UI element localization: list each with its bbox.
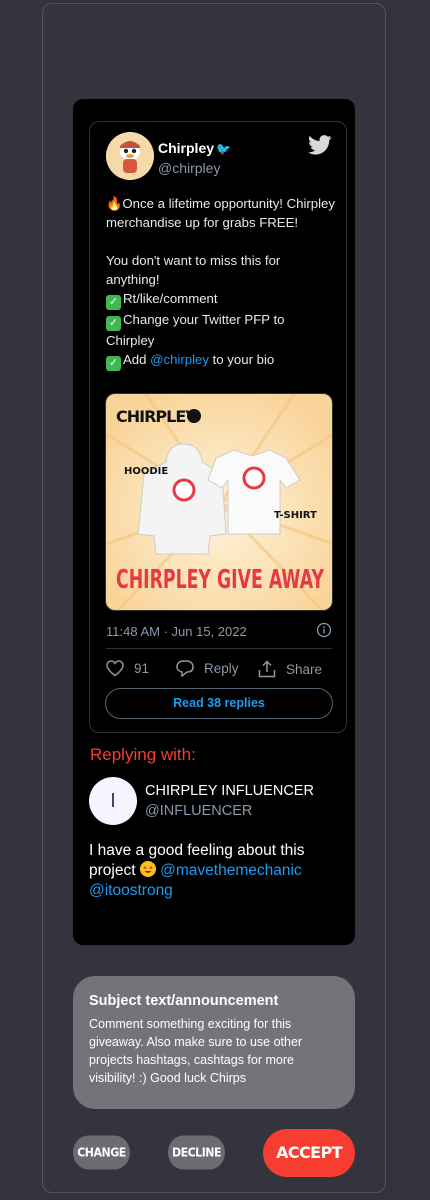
tweet-timestamp[interactable]: 11:48 AM · Jun 15, 2022: [106, 624, 247, 639]
reply-label: Reply: [204, 661, 239, 676]
subject-title: Subject text/announcement: [89, 993, 279, 1009]
subject-announcement-box: Subject text/announcement Comment someth…: [73, 976, 355, 1109]
accept-button[interactable]: ACCEPT: [263, 1129, 355, 1177]
tweet-check-1: Rt/like/comment: [123, 291, 218, 306]
influencer-avatar: I: [89, 777, 137, 825]
twitter-bird-icon[interactable]: [308, 134, 332, 156]
reply-button[interactable]: Reply: [176, 660, 239, 677]
giveaway-banner-text: CHIRPLEY GIVE AWAY: [116, 565, 325, 595]
author-name-text: Chirpley: [158, 140, 215, 156]
divider: [106, 648, 332, 649]
chirpley-mention-link[interactable]: @chirpley: [150, 352, 209, 367]
bird-badge-icon: 🐦: [216, 142, 231, 156]
replying-with-heading: Replying with:: [90, 745, 196, 764]
reply-bubble-icon: [176, 660, 194, 677]
tweet-check-3-prefix: Add: [123, 352, 151, 367]
tweet-text-line-2: You don't want to miss this for anything…: [106, 253, 284, 287]
tweet-card: Chirpley 🐦 @chirpley 🔥Once a lifetime opp…: [89, 121, 347, 733]
change-button[interactable]: CHANGE: [73, 1135, 130, 1170]
hoodie-label: HOODIE: [124, 466, 168, 477]
tweet-actions: 91 Reply Share: [106, 660, 336, 682]
info-icon[interactable]: [316, 622, 332, 638]
star-struck-emoji-icon: [139, 861, 156, 877]
subject-body: Comment something exciting for this give…: [89, 1017, 303, 1085]
influencer-name: CHIRPLEY INFLUENCER: [145, 783, 314, 799]
checkmark-icon: ✓: [106, 295, 121, 310]
tweet-text-line-1: 🔥Once a lifetime opportunity! Chirpley m…: [106, 196, 339, 230]
image-brand-text: CHIRPLEY: [116, 407, 197, 426]
tweet-preview-panel: Chirpley 🐦 @chirpley 🔥Once a lifetime opp…: [73, 99, 355, 945]
share-label: Share: [286, 661, 323, 677]
chirpley-avatar: [106, 132, 154, 180]
share-icon: [258, 660, 276, 678]
tweet-author-handle[interactable]: @chirpley: [158, 160, 220, 176]
checkmark-icon: ✓: [106, 316, 121, 331]
like-button[interactable]: 91: [106, 660, 149, 677]
tweet-check-3-suffix: to your bio: [208, 352, 275, 367]
checkmark-icon: ✓: [106, 356, 121, 371]
heart-icon: [106, 660, 124, 677]
giveaway-image[interactable]: CHIRPLEY HOODIE T-SHIRT CHIRPLEY GIVE AW…: [105, 393, 333, 611]
influencer-handle: @INFLUENCER: [145, 803, 253, 819]
mention-itoostrong[interactable]: @itoostrong: [89, 882, 173, 899]
share-button[interactable]: Share: [258, 660, 322, 678]
decline-button[interactable]: DECLINE: [168, 1135, 225, 1170]
reply-text: I have a good feeling about this project…: [89, 841, 339, 901]
mention-mavethemechanic[interactable]: @mavethemechanic: [160, 862, 302, 879]
tweet-author-name[interactable]: Chirpley 🐦: [158, 140, 231, 156]
read-replies-button[interactable]: Read 38 replies: [105, 688, 333, 719]
tweet-check-2: Change your Twitter PFP to Chirpley: [106, 312, 289, 348]
tweet-body: 🔥Once a lifetime opportunity! Chirpley m…: [106, 194, 336, 371]
like-count: 91: [134, 661, 150, 676]
tshirt-label: T-SHIRT: [274, 510, 317, 521]
